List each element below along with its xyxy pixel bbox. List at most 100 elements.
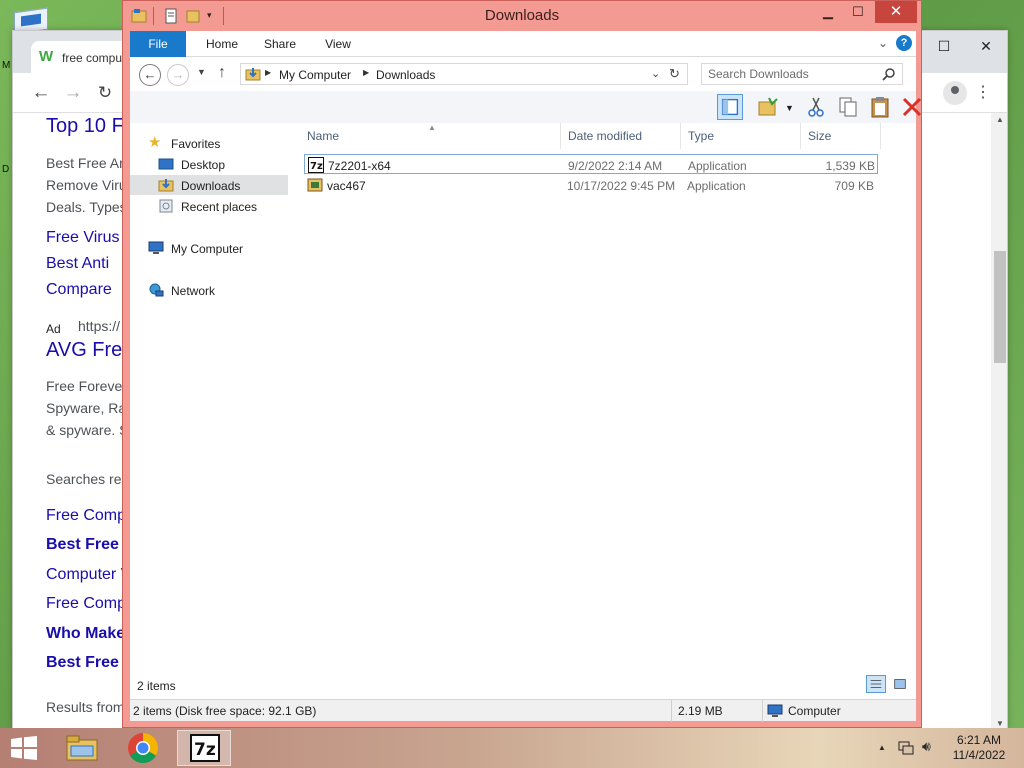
installer-icon [307, 178, 323, 192]
status-item-summary: 2 items (Disk free space: 92.1 GB) [133, 704, 317, 718]
column-header-type[interactable]: Type [688, 129, 714, 143]
breadcrumb-downloads[interactable]: Downloads [376, 68, 435, 82]
file-row-vac467[interactable]: vac467 10/17/2022 9:45 PM Application 70… [304, 175, 878, 195]
search-result-line: Free Forever [46, 378, 127, 394]
network-tray-icon[interactable] [898, 740, 914, 756]
explorer-window: ▾ Downloads ▁ ☐ ✕ File Home Share View ⌄… [122, 0, 922, 728]
up-button[interactable]: ↑ [218, 64, 226, 82]
search-input[interactable] [701, 63, 903, 85]
browser-forward-button[interactable]: → [61, 81, 85, 105]
search-result-line[interactable]: AVG Free [46, 339, 133, 362]
tab-view[interactable]: View [310, 31, 366, 57]
maximize-button[interactable]: ☐ [843, 1, 873, 23]
nav-desktop[interactable]: Desktop [130, 154, 288, 174]
7zip-icon: 7z [308, 157, 324, 173]
browser-menu-icon[interactable]: ⋮ [975, 81, 991, 105]
breadcrumb-arrow-icon[interactable]: ▶ [363, 68, 369, 77]
browser-scrollbar[interactable]: ▲ ▼ [991, 113, 1007, 729]
search-result-line[interactable]: Top 10 F [46, 115, 124, 138]
nav-recent-places[interactable]: Recent places [130, 196, 288, 216]
taskbar-explorer-button[interactable] [55, 730, 109, 766]
column-divider[interactable] [680, 123, 681, 149]
computer-icon [148, 241, 164, 254]
minimize-button[interactable]: ▁ [813, 1, 843, 23]
preview-pane-icon[interactable] [717, 94, 743, 120]
address-dropdown-icon[interactable]: ⌄ [651, 67, 660, 80]
file-name: 7z2201-x64 [328, 159, 391, 173]
file-type: Application [687, 179, 746, 193]
search-result-line: Remove Viru [46, 177, 127, 193]
search-result-line[interactable]: Best Anti [46, 255, 109, 273]
search-icon[interactable] [882, 67, 896, 81]
sort-ascending-icon: ▲ [428, 123, 436, 132]
search-result-line[interactable]: Free Comp [46, 595, 126, 613]
downloads-folder-icon [158, 179, 174, 192]
nav-my-computer[interactable]: My Computer [130, 238, 288, 258]
paste-icon[interactable] [867, 94, 893, 120]
nav-label: Network [171, 284, 216, 298]
close-button[interactable]: ✕ [875, 1, 917, 23]
column-divider[interactable] [560, 123, 561, 149]
nav-favorites[interactable]: ★ Favorites [130, 133, 288, 153]
file-type: Application [688, 159, 747, 173]
search-result-line[interactable]: Free Virus [46, 229, 120, 247]
search-result-line[interactable]: Best Free V [46, 654, 134, 672]
browser-maximize-button[interactable]: ☐ [925, 35, 963, 57]
windows-start-icon[interactable] [10, 736, 38, 760]
volume-icon[interactable]: 🔊︎ [922, 738, 931, 755]
forward-button[interactable]: → [167, 64, 189, 86]
expand-ribbon-icon[interactable]: ⌄ [878, 36, 888, 50]
browser-close-button[interactable]: ✕ [967, 35, 1005, 57]
clock-date: 11/4/2022 [952, 748, 1006, 762]
tab-share[interactable]: Share [252, 31, 308, 57]
scroll-up-icon[interactable]: ▲ [991, 113, 1007, 127]
column-divider[interactable] [880, 123, 881, 149]
profile-avatar-icon[interactable] [943, 81, 967, 105]
browser-reload-button[interactable]: ↻ [93, 81, 117, 105]
search-result-line[interactable]: Who Make [46, 625, 125, 643]
refresh-icon[interactable]: ↻ [669, 66, 680, 82]
search-result-line: Searches rel [46, 471, 125, 487]
breadcrumb-my-computer[interactable]: My Computer [279, 68, 351, 82]
taskbar-chrome-button[interactable] [116, 730, 170, 766]
help-icon[interactable]: ? [896, 35, 912, 51]
folder-options-icon[interactable] [755, 94, 781, 120]
large-icons-view-icon[interactable] [890, 675, 910, 693]
file-date: 9/2/2022 2:14 AM [568, 159, 663, 173]
details-view-icon[interactable] [866, 675, 886, 693]
browser-back-button[interactable]: ← [29, 81, 53, 105]
status-location: Computer [788, 704, 841, 718]
taskbar-7zip-button[interactable]: 7z [177, 730, 231, 766]
recent-locations-icon[interactable]: ▼ [197, 67, 206, 77]
star-icon: ★ [148, 134, 162, 151]
file-row-7z2201-x64[interactable]: 7z 7z2201-x64 9/2/2022 2:14 AM Applicati… [304, 154, 878, 174]
search-result-line[interactable]: Free Comp [46, 507, 126, 525]
search-result-line[interactable]: Compare [46, 281, 112, 299]
column-header-date[interactable]: Date modified [568, 129, 642, 143]
desktop-edge-label: M [2, 60, 11, 71]
taskbar-clock[interactable]: 6:21 AM 11/4/2022 [946, 733, 1012, 763]
copy-icon[interactable] [835, 94, 861, 120]
recent-places-icon [159, 199, 173, 213]
nav-network[interactable]: Network [130, 280, 288, 300]
delete-icon[interactable] [899, 94, 925, 120]
cut-icon[interactable] [803, 94, 829, 120]
back-button[interactable]: ← [139, 64, 161, 86]
navigation-bar: ← → ▼ ↑ ▶ My Computer ▶ Downloads ⌄ ↻ [130, 57, 916, 91]
browser-scroll-thumb[interactable] [994, 251, 1006, 363]
nav-downloads[interactable]: Downloads [130, 175, 288, 195]
nav-label: Downloads [181, 179, 241, 193]
tab-file[interactable]: File [130, 31, 186, 57]
tab-home[interactable]: Home [194, 31, 250, 57]
search-result-line[interactable]: Computer V [46, 566, 131, 584]
clock-time: 6:21 AM [956, 733, 1002, 747]
column-header-name[interactable]: Name [307, 129, 339, 143]
column-divider[interactable] [800, 123, 801, 149]
column-header-size[interactable]: Size [808, 129, 831, 143]
file-size: 709 KB [834, 179, 874, 193]
address-bar[interactable]: ▶ My Computer ▶ Downloads ⌄ ↻ [240, 63, 688, 85]
breadcrumb-arrow-icon[interactable]: ▶ [265, 68, 271, 77]
file-list-pane: ▲ Name Date modified Type Size 7z 7z2201… [292, 123, 916, 699]
show-hidden-icons-icon[interactable]: ▲ [878, 743, 886, 752]
explorer-titlebar[interactable]: ▾ Downloads ▁ ☐ ✕ [123, 1, 921, 31]
